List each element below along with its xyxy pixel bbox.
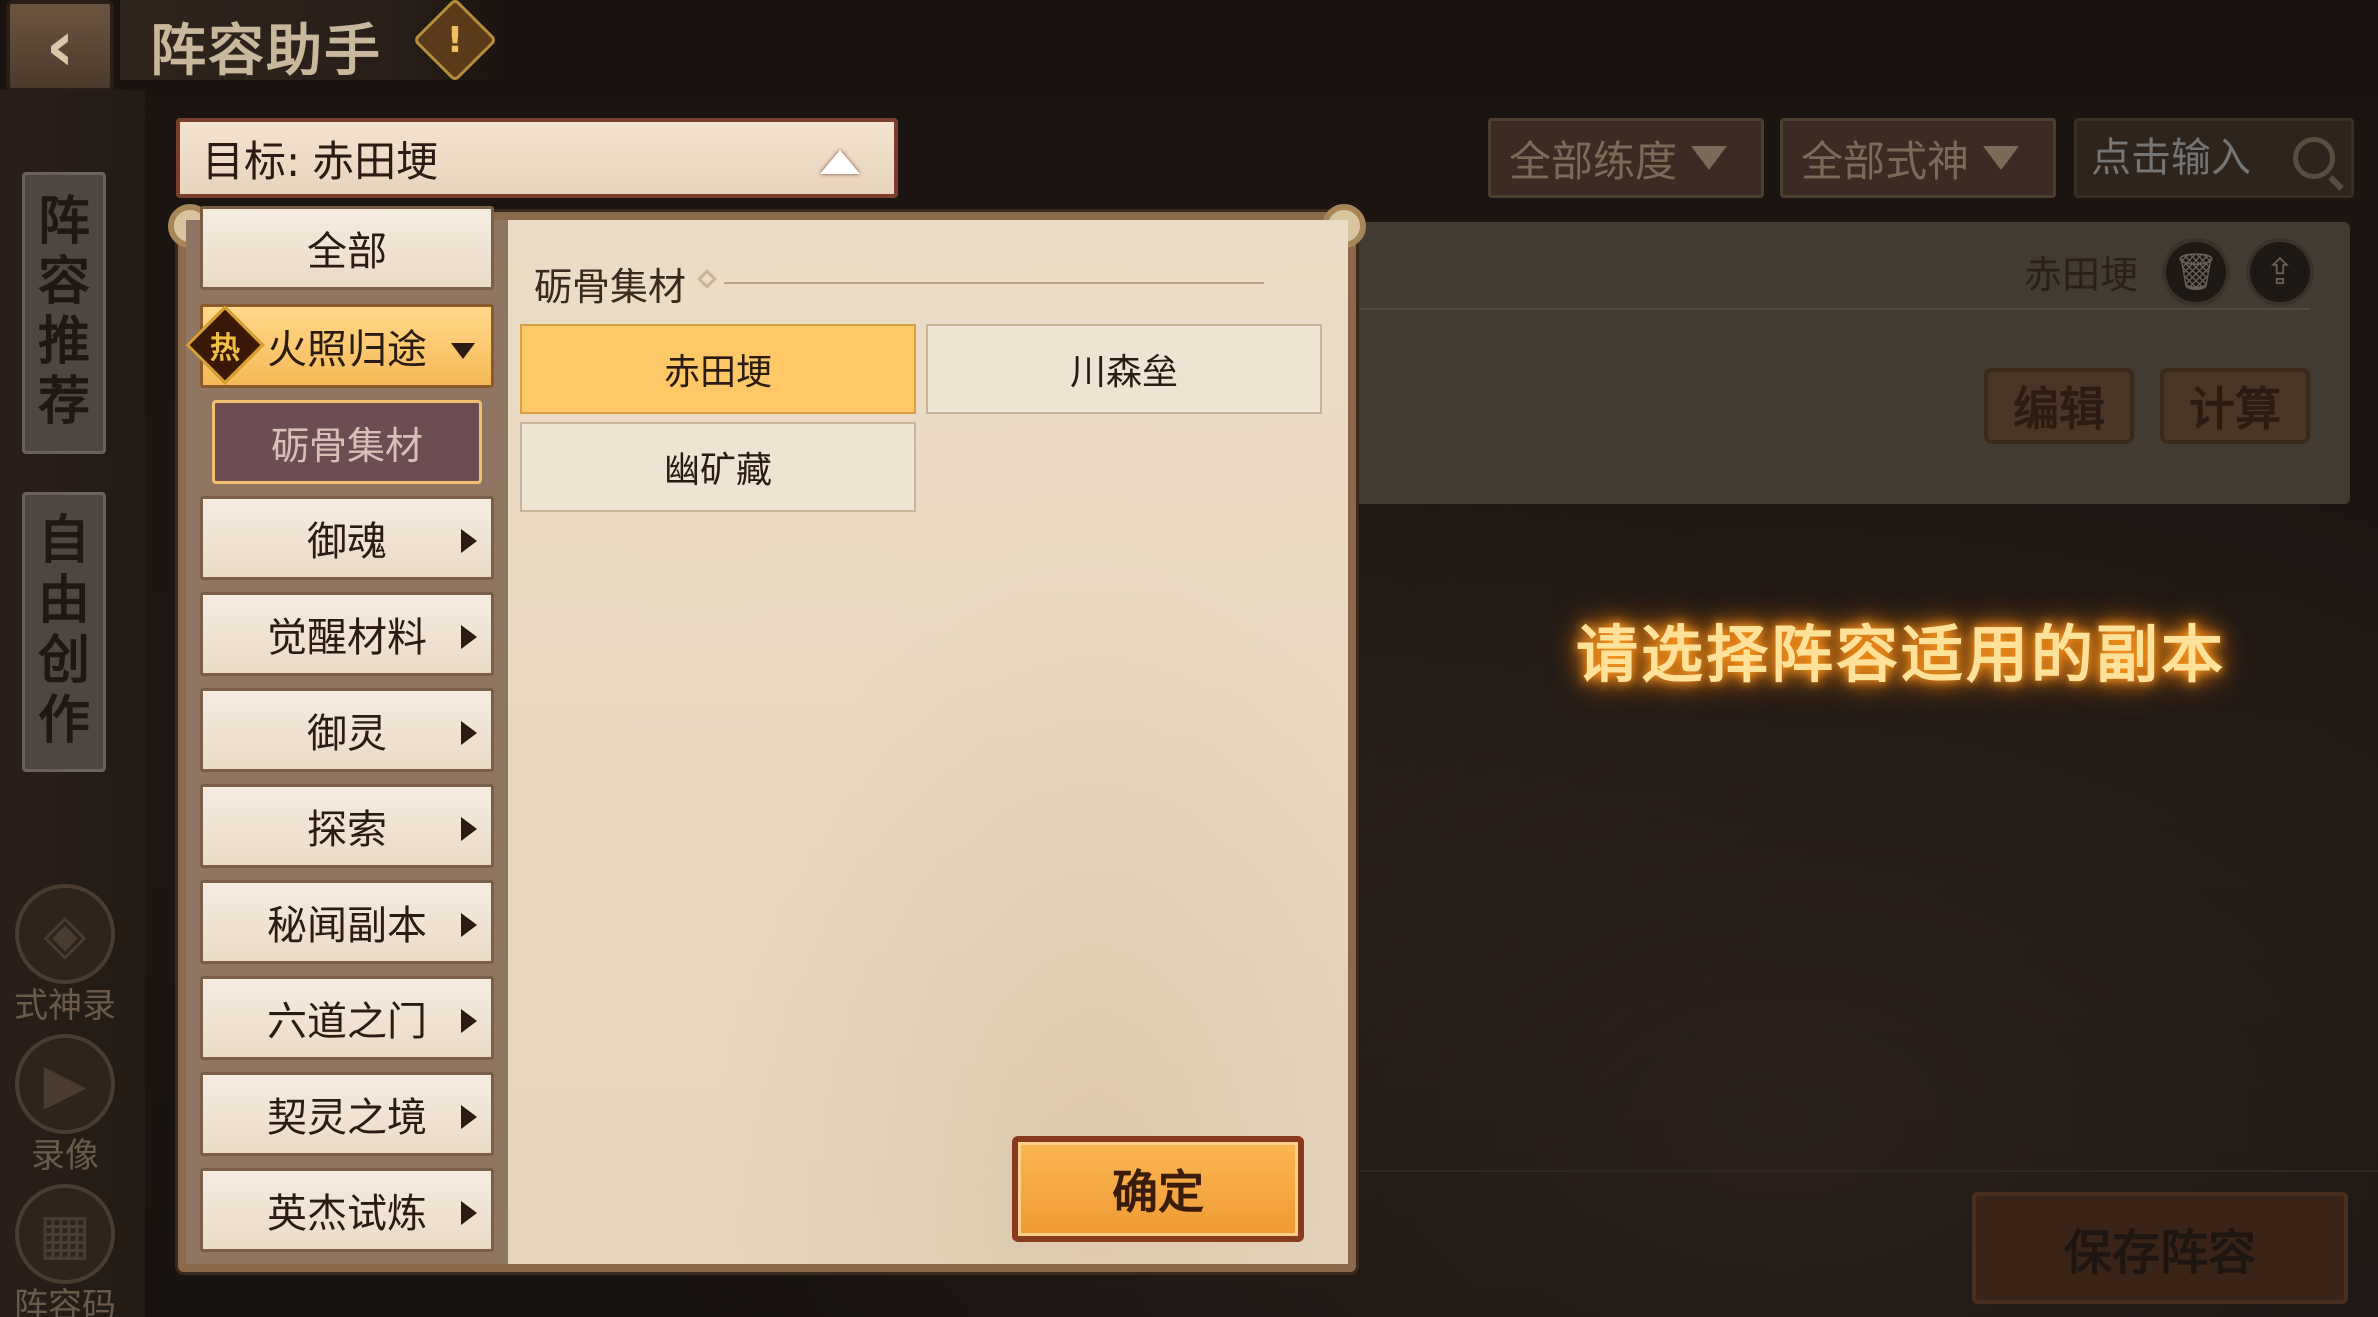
search-box[interactable] — [2074, 118, 2354, 198]
chevron-right-icon — [461, 1105, 477, 1129]
target-dropdown[interactable]: 目标: 赤田埂 — [176, 118, 898, 198]
lineup-card: 赤田埂 🗑 ⇪ 编辑 计算 — [1340, 222, 2350, 504]
save-lineup-button[interactable]: 保存阵容 — [1972, 1192, 2348, 1304]
search-icon[interactable] — [2293, 137, 2335, 179]
play-icon: ▶ — [15, 1034, 115, 1134]
confirm-button[interactable]: 确定 — [1012, 1136, 1304, 1242]
back-button[interactable]: ‹ — [6, 0, 114, 92]
divider — [1360, 1170, 2378, 1172]
menu-item-pact-realm[interactable]: 契灵之境 — [200, 1072, 494, 1156]
calc-button[interactable]: 计算 — [2160, 368, 2310, 444]
hint-text: 请选择阵容适用的副本 — [1576, 618, 2227, 691]
chevron-right-icon — [461, 1009, 477, 1033]
grid-code-icon: ▦ — [15, 1184, 115, 1284]
search-input[interactable] — [2091, 135, 2291, 181]
target-prefix: 目标: — [202, 136, 301, 186]
option-selected[interactable]: 赤田埂 — [520, 324, 916, 414]
edit-button[interactable]: 编辑 — [1984, 368, 2134, 444]
page-title: 阵容助手 — [150, 19, 382, 84]
chevron-right-icon — [461, 913, 477, 937]
chevron-right-icon — [461, 529, 477, 553]
nav-replay[interactable]: ▶ 录像 — [10, 1034, 120, 1177]
section-title: 砺骨集材 — [534, 265, 687, 309]
menu-item-secret-dungeon[interactable]: 秘闻副本 — [200, 880, 494, 964]
option[interactable]: 川森垒 — [926, 324, 1322, 414]
dungeon-select-panel: 全部 热 火照归途 砺骨集材 御魂 觉醒材料 御灵 探索 秘闻副本 六道之门 契… — [168, 204, 1366, 1272]
dropdown-arrow-icon — [1691, 146, 1728, 170]
category-menu: 全部 热 火照归途 砺骨集材 御魂 觉醒材料 御灵 探索 秘闻副本 六道之门 契… — [185, 206, 508, 1264]
share-icon[interactable]: ⇪ — [2246, 238, 2314, 306]
shikigami-filter[interactable]: 全部式神 — [1780, 118, 2056, 198]
menu-item-six-realms[interactable]: 六道之门 — [200, 976, 494, 1060]
target-value: 赤田埂 — [312, 136, 439, 186]
divider — [1340, 308, 2310, 310]
submenu-item-selected[interactable]: 砺骨集材 — [212, 400, 482, 484]
chevron-right-icon — [461, 817, 477, 841]
back-arrow-icon: ‹ — [45, 5, 75, 87]
hot-badge-icon: 热 — [185, 305, 265, 385]
menu-item-awaken-material[interactable]: 觉醒材料 — [200, 592, 494, 676]
trash-icon[interactable]: 🗑 — [2162, 238, 2230, 306]
chevron-down-icon — [451, 343, 475, 359]
diamond-ornament-icon — [697, 269, 717, 289]
menu-item-hero-trial[interactable]: 英杰试炼 — [200, 1168, 494, 1252]
training-filter[interactable]: 全部练度 — [1488, 118, 1764, 198]
nav-shikigami-record[interactable]: ◈ 式神录 — [10, 884, 120, 1027]
menu-item-all[interactable]: 全部 — [200, 206, 494, 290]
nav-lineup-code[interactable]: ▦ 阵容码 — [10, 1184, 120, 1317]
menu-item-yuhun[interactable]: 御魂 — [200, 496, 494, 580]
chevron-right-icon — [461, 721, 477, 745]
dropdown-arrow-icon — [1983, 146, 2020, 170]
chevron-right-icon — [461, 1201, 477, 1225]
lineup-name: 赤田埂 — [2023, 253, 2138, 297]
menu-item-yuling[interactable]: 御灵 — [200, 688, 494, 772]
dungeon-options: 砺骨集材 赤田埂 川森垒 幽矿藏 确定 — [508, 220, 1348, 1264]
menu-item-active-group[interactable]: 热 火照归途 — [185, 304, 494, 388]
chevron-right-icon — [461, 625, 477, 649]
divider — [724, 282, 1264, 284]
menu-item-explore[interactable]: 探索 — [200, 784, 494, 868]
option[interactable]: 幽矿藏 — [520, 422, 916, 512]
fox-mask-icon: ◈ — [15, 884, 115, 984]
tab-free-create[interactable]: 自 由 创 作 — [22, 492, 106, 772]
caret-up-icon — [820, 150, 860, 174]
tab-lineup-recommend[interactable]: 阵 容 推 荐 — [22, 172, 106, 454]
